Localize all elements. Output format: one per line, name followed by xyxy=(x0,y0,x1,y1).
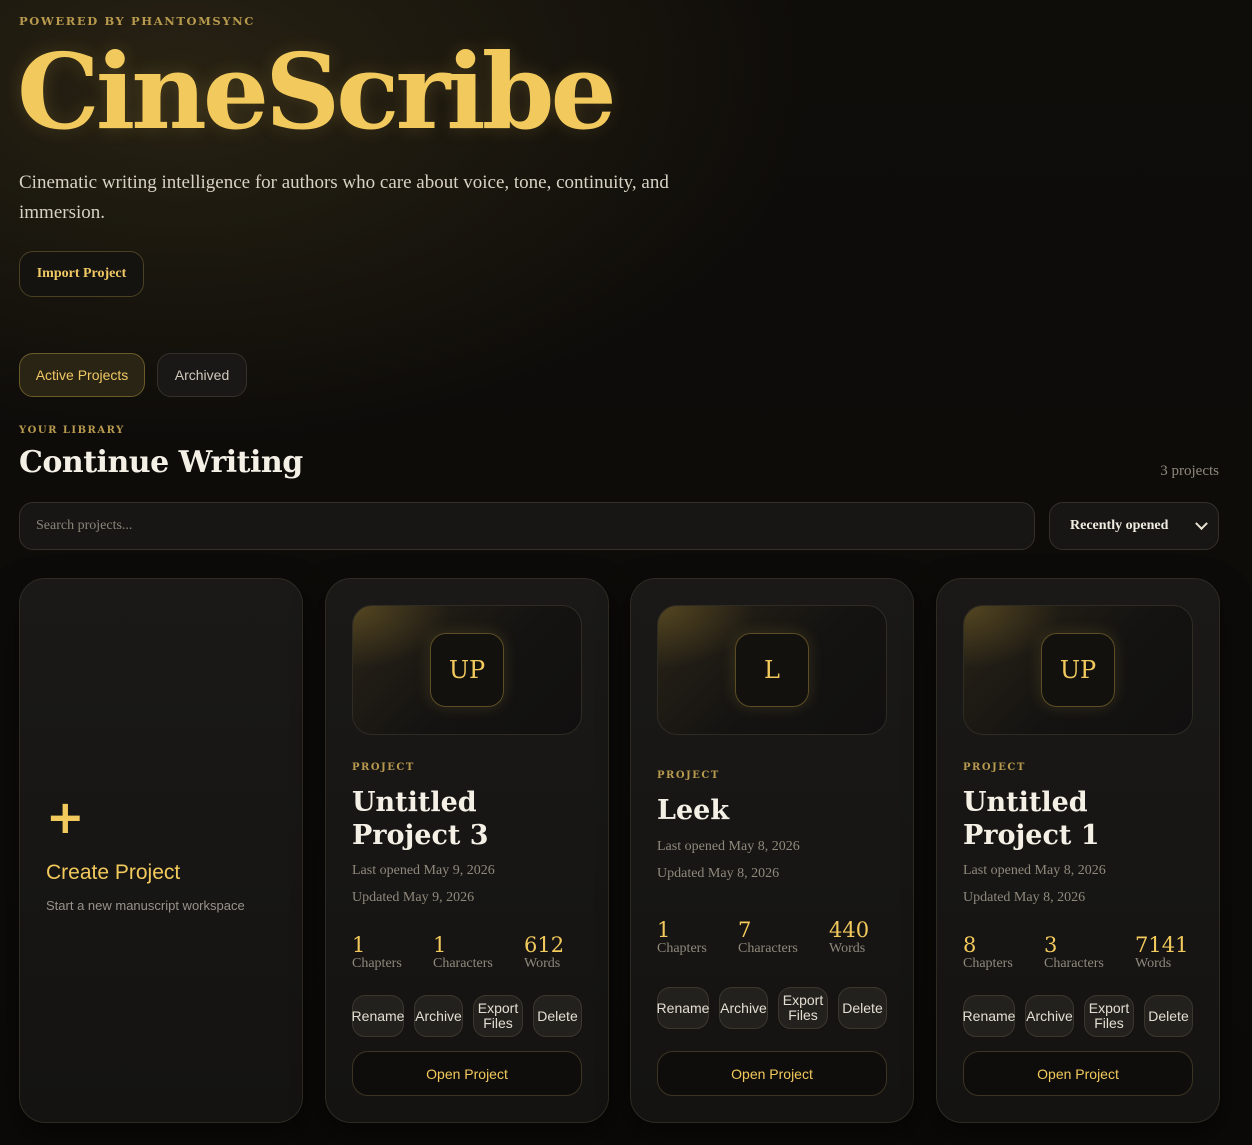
stat-chapters-label: Chapters xyxy=(963,956,1013,971)
project-card: L PROJECT Leek Last opened May 8, 2026 U… xyxy=(630,578,914,1123)
stat-words-value: 7141 xyxy=(1135,933,1189,957)
project-kicker: PROJECT xyxy=(657,770,720,781)
stat-characters: 3 Characters xyxy=(1044,935,1104,972)
project-last-opened: Last opened May 9, 2026 xyxy=(352,863,495,878)
project-kicker: PROJECT xyxy=(963,762,1026,773)
project-initials-badge: L xyxy=(735,633,809,707)
tab-active-projects[interactable]: Active Projects xyxy=(19,353,145,397)
sort-select[interactable]: Recently opened xyxy=(1049,502,1219,550)
export-files-button[interactable]: Export Files xyxy=(473,995,523,1037)
stat-chapters-value: 1 xyxy=(352,933,366,957)
tab-archived[interactable]: Archived xyxy=(157,353,247,397)
stat-characters: 1 Characters xyxy=(433,935,493,972)
open-project-button[interactable]: Open Project xyxy=(657,1051,887,1096)
chevron-down-icon xyxy=(1195,516,1208,530)
stat-words: 440 Words xyxy=(829,920,869,957)
project-last-opened: Last opened May 8, 2026 xyxy=(657,839,800,854)
project-updated: Updated May 8, 2026 xyxy=(963,890,1086,905)
rename-button[interactable]: Rename xyxy=(352,995,404,1037)
project-last-opened: Last opened May 8, 2026 xyxy=(963,863,1106,878)
library-eyebrow: YOUR LIBRARY xyxy=(19,425,125,436)
project-initials-badge: UP xyxy=(430,633,504,707)
stat-chapters: 1 Chapters xyxy=(657,920,707,957)
stat-characters: 7 Characters xyxy=(738,920,798,957)
delete-button[interactable]: Delete xyxy=(533,995,582,1037)
brand-tagline: Cinematic writing intelligence for autho… xyxy=(19,172,669,223)
powered-by-label: POWERED BY PHANTOMSYNC xyxy=(19,14,256,28)
create-project-subtitle: Start a new manuscript workspace xyxy=(46,898,245,913)
export-files-button[interactable]: Export Files xyxy=(778,987,828,1029)
create-project-title: Create Project xyxy=(46,861,181,884)
open-project-button[interactable]: Open Project xyxy=(963,1051,1193,1096)
project-title: Leek xyxy=(657,795,730,826)
stat-chapters-label: Chapters xyxy=(352,956,402,971)
stat-characters-value: 7 xyxy=(738,918,752,942)
project-title: Untitled Project 3 xyxy=(352,787,489,851)
open-project-button[interactable]: Open Project xyxy=(352,1051,582,1096)
project-cover: L xyxy=(657,605,887,735)
plus-icon: + xyxy=(46,790,85,844)
stat-chapters-value: 8 xyxy=(963,933,977,957)
archive-button[interactable]: Archive xyxy=(414,995,463,1037)
stat-characters-label: Characters xyxy=(1044,956,1104,971)
project-initials-badge: UP xyxy=(1041,633,1115,707)
project-cover: UP xyxy=(352,605,582,735)
delete-button[interactable]: Delete xyxy=(838,987,887,1029)
stat-chapters-value: 1 xyxy=(657,918,671,942)
stat-chapters: 1 Chapters xyxy=(352,935,402,972)
stat-words-value: 612 xyxy=(524,933,565,957)
stat-characters-value: 1 xyxy=(433,933,447,957)
stat-words: 612 Words xyxy=(524,935,564,972)
stat-characters-value: 3 xyxy=(1044,933,1058,957)
section-title: Continue Writing xyxy=(19,445,303,480)
stat-words: 7141 Words xyxy=(1135,935,1188,972)
sort-select-value: Recently opened xyxy=(1070,518,1169,533)
search-input[interactable] xyxy=(36,518,1018,534)
project-card: UP PROJECT Untitled Project 1 Last opene… xyxy=(936,578,1220,1123)
stat-chapters: 8 Chapters xyxy=(963,935,1013,972)
project-count: 3 projects xyxy=(1160,463,1219,479)
project-cover: UP xyxy=(963,605,1193,735)
rename-button[interactable]: Rename xyxy=(963,995,1015,1037)
stat-characters-label: Characters xyxy=(738,941,798,956)
archive-button[interactable]: Archive xyxy=(1025,995,1074,1037)
stat-characters-label: Characters xyxy=(433,956,493,971)
create-project-card[interactable]: + Create Project Start a new manuscript … xyxy=(19,578,303,1123)
delete-button[interactable]: Delete xyxy=(1144,995,1193,1037)
export-files-button[interactable]: Export Files xyxy=(1084,995,1134,1037)
stat-words-label: Words xyxy=(829,941,866,956)
project-kicker: PROJECT xyxy=(352,762,415,773)
project-card: UP PROJECT Untitled Project 3 Last opene… xyxy=(325,578,609,1123)
project-updated: Updated May 9, 2026 xyxy=(352,890,475,905)
project-updated: Updated May 8, 2026 xyxy=(657,866,780,881)
rename-button[interactable]: Rename xyxy=(657,987,709,1029)
stat-words-value: 440 xyxy=(829,918,870,942)
project-title: Untitled Project 1 xyxy=(963,787,1100,851)
search-box xyxy=(19,502,1035,550)
stat-words-label: Words xyxy=(524,956,561,971)
brand-title: CineScribe xyxy=(17,30,617,153)
stat-chapters-label: Chapters xyxy=(657,941,707,956)
import-project-button[interactable]: Import Project xyxy=(19,251,144,297)
archive-button[interactable]: Archive xyxy=(719,987,768,1029)
stat-words-label: Words xyxy=(1135,956,1172,971)
